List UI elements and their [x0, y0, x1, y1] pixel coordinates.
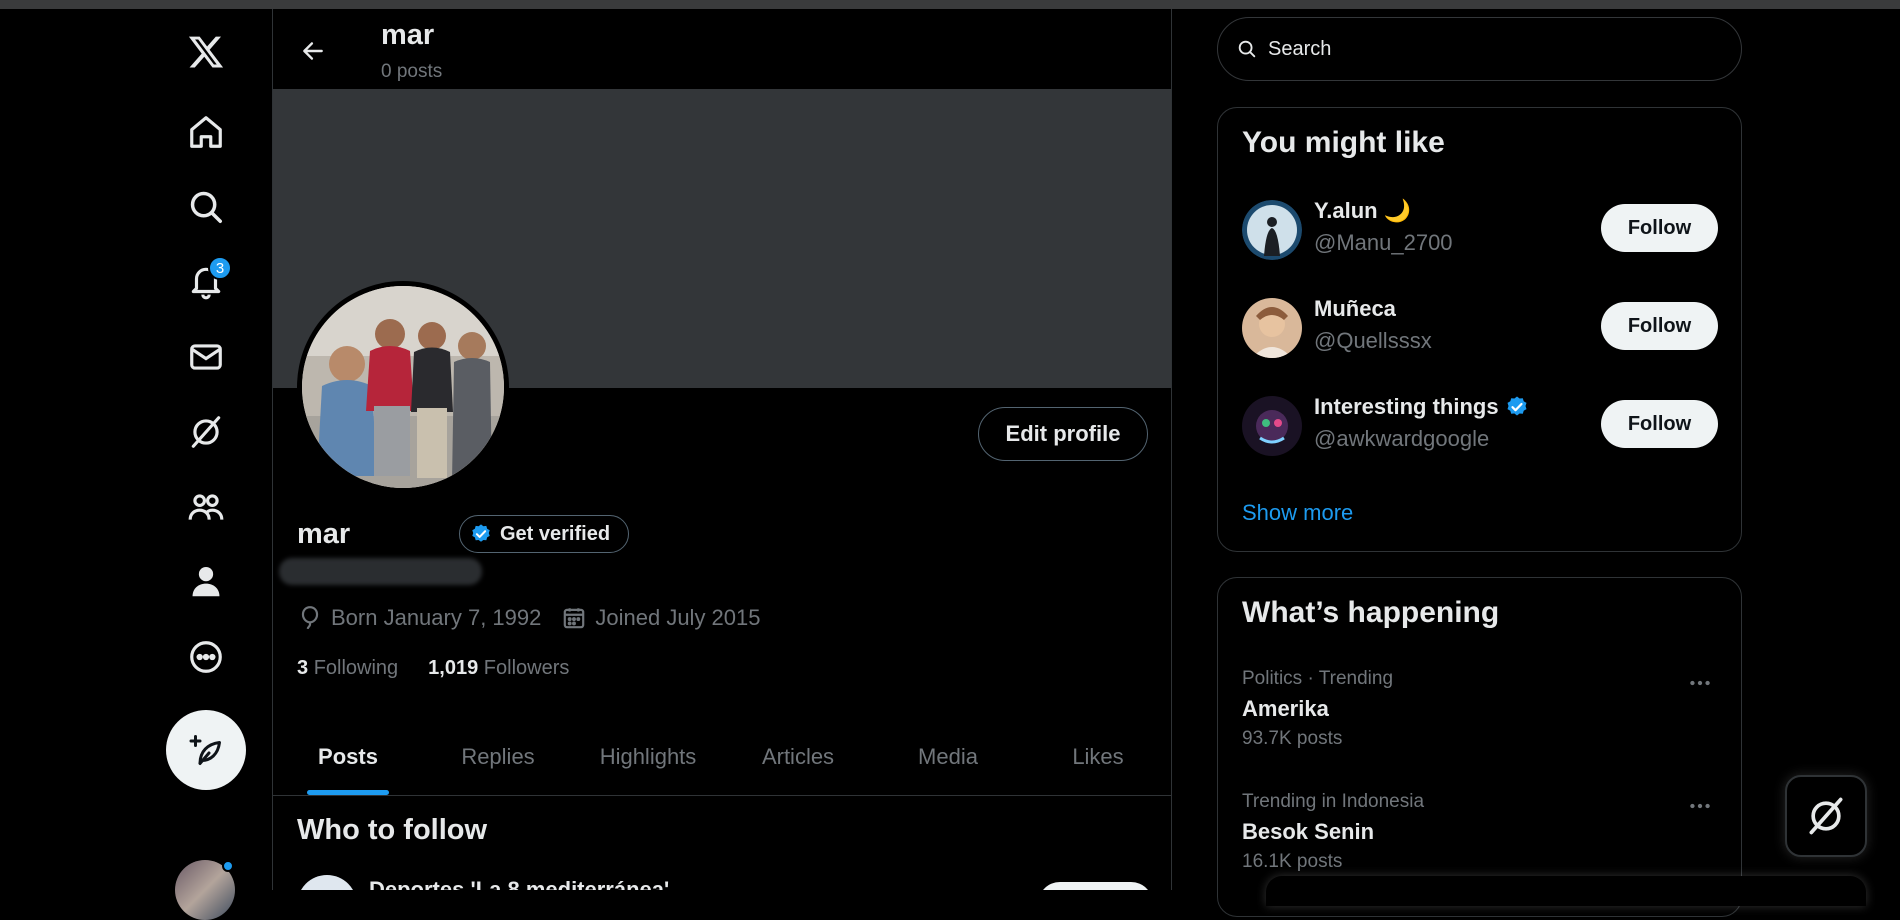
- grok-floating-button[interactable]: [1785, 775, 1867, 857]
- joined-item: Joined July 2015: [561, 605, 761, 631]
- suggestion-avatar[interactable]: [1242, 298, 1302, 358]
- profile-display-name: mar: [297, 518, 351, 550]
- following-link[interactable]: 3 Following: [297, 657, 398, 680]
- redacted-handle: [279, 558, 482, 585]
- tab-media[interactable]: Media: [873, 719, 1023, 795]
- profile-header-bar: mar 0 posts: [273, 9, 1171, 89]
- suggestion-handle: @Manu_2700: [1314, 230, 1453, 255]
- trend-count: 93.7K posts: [1242, 728, 1343, 749]
- get-verified-label: Get verified: [500, 522, 611, 545]
- trend-more-icon[interactable]: [1682, 668, 1718, 698]
- trend-item[interactable]: Trending in Indonesia Besok Senin 16.1K …: [1242, 791, 1718, 873]
- tab-articles[interactable]: Articles: [723, 719, 873, 795]
- profile-main-column: mar 0 posts Edit profile mar Get verifie…: [272, 9, 1172, 890]
- who-to-follow-title: Who to follow: [297, 814, 488, 846]
- suggestion-handle: @Quellsssx: [1314, 328, 1432, 353]
- suggestion-row[interactable]: Muñeca @Quellsssx Follow: [1242, 296, 1718, 362]
- show-more-link[interactable]: Show more: [1242, 500, 1353, 526]
- header-title: mar: [381, 19, 435, 51]
- profile-avatar-photo[interactable]: [302, 286, 504, 488]
- account-status-dot: [222, 860, 234, 872]
- follow-counts: 3 Following 1,019 Followers: [297, 657, 569, 680]
- follow-button[interactable]: Follow: [1601, 204, 1718, 252]
- trend-meta: Trending in Indonesia: [1242, 791, 1425, 812]
- suggestion-row[interactable]: Interesting things @awkwardgoogle Follow: [1242, 394, 1718, 460]
- who-to-follow-name[interactable]: Deportes 'La 8 mediterránea': [369, 877, 669, 890]
- birthday-item: Born January 7, 1992: [297, 605, 541, 631]
- following-count: 3: [297, 657, 309, 679]
- suggestion-row[interactable]: Y.alun 🌙 @Manu_2700 Follow: [1242, 198, 1718, 264]
- suggestion-name[interactable]: Interesting things: [1314, 394, 1529, 420]
- suggestion-name-text: Interesting things: [1314, 394, 1499, 419]
- get-verified-button[interactable]: Get verified: [459, 515, 630, 553]
- suggestion-avatar[interactable]: [1242, 396, 1302, 456]
- profile-meta: Born January 7, 1992 Joined July 2015: [297, 605, 761, 631]
- tab-replies[interactable]: Replies: [423, 719, 573, 795]
- following-label: Following: [313, 657, 399, 679]
- follow-button[interactable]: Follow: [1601, 400, 1718, 448]
- messages-envelope-icon[interactable]: [166, 327, 246, 387]
- edit-profile-button[interactable]: Edit profile: [978, 407, 1148, 461]
- trend-name: Besok Senin: [1242, 819, 1375, 844]
- calendar-icon: [564, 608, 585, 629]
- suggestion-name[interactable]: Muñeca: [1314, 296, 1396, 322]
- notifications-badge: 3: [208, 256, 232, 280]
- explore-search-icon[interactable]: [166, 177, 246, 237]
- home-icon[interactable]: [166, 102, 246, 162]
- search-input[interactable]: [1268, 37, 1708, 61]
- tab-highlights[interactable]: Highlights: [573, 719, 723, 795]
- trend-count: 16.1K posts: [1242, 851, 1343, 872]
- more-options-icon[interactable]: [166, 627, 246, 687]
- x-logo-icon[interactable]: [166, 22, 246, 82]
- tab-likes[interactable]: Likes: [1023, 719, 1171, 795]
- you-might-like-card: You might like Y.alun 🌙 @Manu_2700 Follo…: [1217, 107, 1742, 552]
- followers-label: Followers: [483, 657, 570, 679]
- suggestion-handle: @awkwardgoogle: [1314, 426, 1490, 451]
- browser-top-strip: [0, 0, 1900, 9]
- tab-posts[interactable]: Posts: [273, 719, 423, 795]
- profile-person-icon[interactable]: [166, 552, 246, 612]
- trend-item[interactable]: Politics · Trending Amerika 93.7K posts: [1242, 668, 1718, 750]
- communities-icon[interactable]: [166, 477, 246, 537]
- who-to-follow-follow-button[interactable]: [1038, 882, 1153, 890]
- grok-icon[interactable]: [166, 402, 246, 462]
- grok-icon: [1809, 797, 1843, 835]
- profile-tabs: Posts Replies Highlights Articles Media …: [273, 719, 1171, 796]
- who-to-follow-avatar[interactable]: [297, 875, 357, 890]
- verified-badge-icon: [472, 524, 490, 542]
- followers-count: 1,019: [428, 657, 479, 679]
- you-might-like-title: You might like: [1242, 126, 1445, 159]
- notifications-bell-icon[interactable]: 3: [166, 252, 246, 312]
- verified-badge-icon: [1507, 396, 1527, 416]
- compose-post-button[interactable]: [166, 710, 246, 790]
- balloon-icon: [301, 606, 319, 629]
- followers-link[interactable]: 1,019 Followers: [428, 657, 569, 680]
- suggestion-name[interactable]: Y.alun 🌙: [1314, 198, 1411, 224]
- profile-avatar-ring: [297, 281, 509, 493]
- search-icon: [1238, 40, 1256, 58]
- trend-meta: Politics · Trending: [1242, 668, 1394, 689]
- whats-happening-title: What’s happening: [1242, 596, 1500, 629]
- messages-drawer[interactable]: [1266, 876, 1866, 906]
- whats-happening-card: What’s happening Politics · Trending Ame…: [1217, 577, 1742, 917]
- follow-button[interactable]: Follow: [1601, 302, 1718, 350]
- joined-text: Joined July 2015: [595, 605, 761, 630]
- back-arrow-icon[interactable]: [293, 31, 333, 71]
- trend-name: Amerika: [1242, 696, 1329, 721]
- search-bar: [1217, 17, 1742, 81]
- header-posts-count: 0 posts: [381, 61, 443, 82]
- suggestion-avatar[interactable]: [1242, 200, 1302, 260]
- trend-more-icon[interactable]: [1682, 791, 1718, 821]
- born-text: Born January 7, 1992: [331, 605, 542, 630]
